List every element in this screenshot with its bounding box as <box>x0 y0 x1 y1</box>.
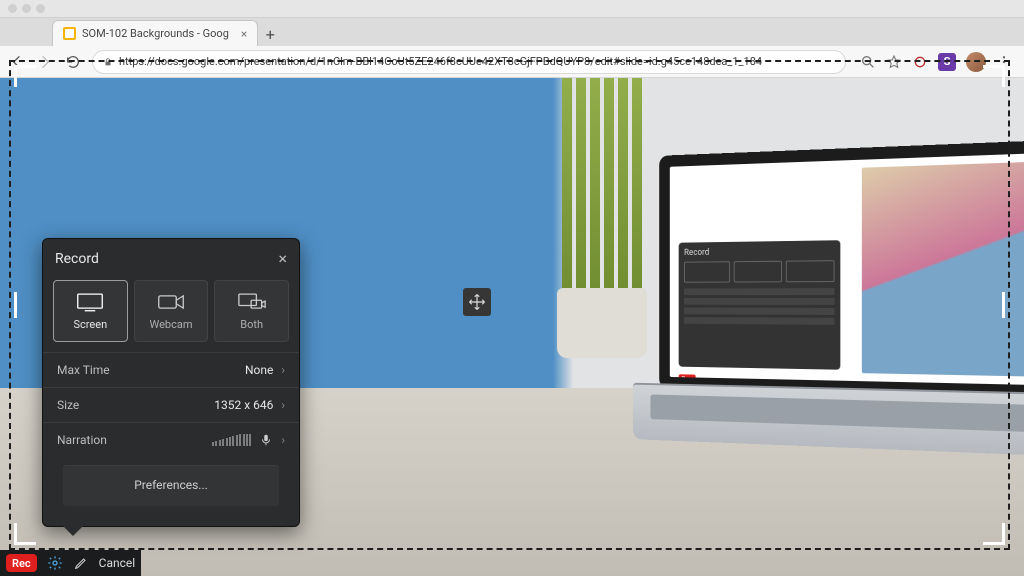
monitor-icon <box>76 292 104 312</box>
chevron-right-icon: › <box>281 363 285 377</box>
page-viewport: Record Rec to Turn es Into An eo <box>0 78 1024 576</box>
mode-screen-button[interactable]: Screen <box>53 280 128 342</box>
audio-level-meter <box>212 434 251 446</box>
browser-address-bar: https://docs.google.com/presentation/d/1… <box>0 46 1024 78</box>
record-panel-close-icon[interactable]: × <box>278 249 287 268</box>
laptop: Record Rec <box>659 139 1024 456</box>
row-narration[interactable]: Narration › <box>43 422 299 457</box>
webcam-icon <box>157 292 185 312</box>
tab-close-icon[interactable]: × <box>241 27 247 41</box>
url-text: https://docs.google.com/presentation/d/1… <box>119 55 762 68</box>
mode-both-button[interactable]: Both <box>214 280 289 342</box>
cancel-button[interactable]: Cancel <box>99 556 136 570</box>
max-time-label: Max Time <box>57 363 110 377</box>
mode-webcam-label: Webcam <box>150 318 193 331</box>
size-label: Size <box>57 398 79 412</box>
tab-title: SOM-102 Backgrounds - Goog <box>82 27 229 40</box>
os-window-bar <box>0 0 1024 18</box>
rec-button[interactable]: Rec <box>6 554 37 572</box>
mode-screen-label: Screen <box>74 318 108 331</box>
new-tab-button[interactable]: + <box>258 22 282 46</box>
record-toolbar: Rec Cancel <box>0 550 141 576</box>
size-value: 1352 x 646 <box>214 398 273 412</box>
kebab-menu-icon[interactable] <box>996 54 1012 70</box>
gear-icon[interactable] <box>47 555 63 571</box>
traffic-light-zoom[interactable] <box>36 4 45 13</box>
record-panel: Record × Screen Webcam Both Max Time Non… <box>42 238 300 527</box>
max-time-value: None <box>245 363 273 377</box>
nav-reload-button[interactable] <box>64 53 82 71</box>
profile-avatar[interactable] <box>966 52 986 72</box>
row-size[interactable]: Size 1352 x 646 › <box>43 387 299 422</box>
star-icon[interactable] <box>886 54 902 70</box>
traffic-light-minimize[interactable] <box>22 4 31 13</box>
preferences-button[interactable]: Preferences... <box>63 465 279 506</box>
person-photo <box>862 161 1024 377</box>
slides-favicon-icon <box>63 27 76 40</box>
laptop-panel-title: Record <box>684 246 835 258</box>
url-field[interactable]: https://docs.google.com/presentation/d/1… <box>92 50 846 74</box>
browser-tab-active[interactable]: SOM-102 Backgrounds - Goog × <box>52 20 258 46</box>
extension-badge[interactable]: S <box>938 53 956 71</box>
browser-tab-strip: SOM-102 Backgrounds - Goog × + <box>0 18 1024 46</box>
mode-webcam-button[interactable]: Webcam <box>134 280 209 342</box>
address-bar-actions: S <box>856 52 1016 72</box>
microphone-icon[interactable] <box>259 433 273 447</box>
row-max-time[interactable]: Max Time None › <box>43 352 299 387</box>
both-icon <box>238 292 266 312</box>
laptop-mini-record-panel: Record <box>679 240 841 370</box>
narration-label: Narration <box>57 433 107 447</box>
record-panel-title: Record <box>55 251 99 267</box>
capture-move-handle[interactable] <box>463 288 491 316</box>
nav-forward-button[interactable] <box>36 53 54 71</box>
chevron-right-icon: › <box>281 398 285 412</box>
lock-icon <box>103 57 113 67</box>
traffic-light-close[interactable] <box>8 4 17 13</box>
circle-icon[interactable] <box>912 54 928 70</box>
mode-both-label: Both <box>240 318 263 331</box>
preferences-label: Preferences... <box>134 478 208 492</box>
pencil-icon[interactable] <box>73 555 89 571</box>
chevron-right-icon: › <box>281 433 285 447</box>
nav-back-button[interactable] <box>8 53 26 71</box>
search-icon[interactable] <box>860 54 876 70</box>
window-traffic-lights <box>8 4 45 13</box>
